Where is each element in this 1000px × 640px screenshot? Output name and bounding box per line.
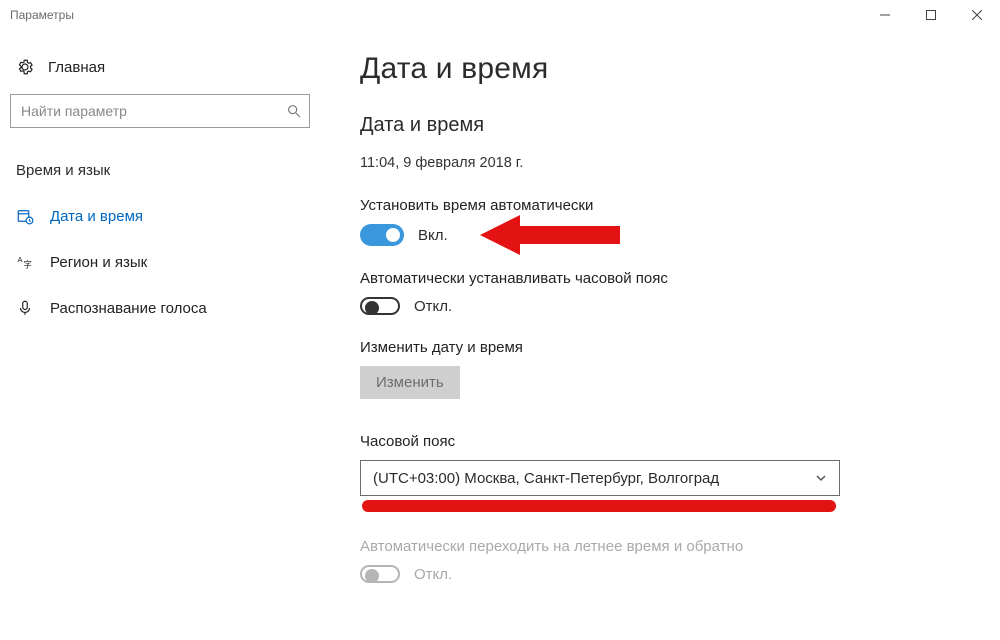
underline-annotation-icon <box>362 500 836 512</box>
toggle-row: Откл. <box>360 297 970 315</box>
search-box[interactable] <box>10 94 310 128</box>
setting-auto-timezone: Автоматически устанавливать часовой пояс… <box>360 270 970 315</box>
titlebar: Параметры <box>0 0 1000 30</box>
setting-timezone: Часовой пояс (UTC+03:00) Москва, Санкт-П… <box>360 433 970 512</box>
sidebar-item-region-language[interactable]: A 字 Регион и язык <box>10 239 310 285</box>
setting-auto-time: Установить время автоматически Вкл. <box>360 197 970 246</box>
search-icon <box>286 103 302 119</box>
setting-label: Изменить дату и время <box>360 339 970 356</box>
chevron-down-icon <box>815 472 827 484</box>
dst-toggle <box>360 565 400 583</box>
microphone-icon <box>16 299 34 317</box>
toggle-state-text: Откл. <box>414 298 452 315</box>
setting-dst: Автоматически переходить на летнее время… <box>360 538 970 583</box>
sidebar-item-label: Распознавание голоса <box>50 300 207 317</box>
current-datetime: 11:04, 9 февраля 2018 г. <box>360 155 970 171</box>
svg-text:A: A <box>18 255 23 264</box>
window-title: Параметры <box>10 8 862 22</box>
minimize-button[interactable] <box>862 0 908 30</box>
auto-timezone-toggle[interactable] <box>360 297 400 315</box>
language-icon: A 字 <box>16 253 34 271</box>
calendar-clock-icon <box>16 207 34 225</box>
toggle-row: Откл. <box>360 565 970 583</box>
section-title: Дата и время <box>360 114 970 137</box>
setting-label: Часовой пояс <box>360 433 970 450</box>
close-icon <box>972 10 982 20</box>
setting-label: Автоматически переходить на летнее время… <box>360 538 970 555</box>
sidebar-item-speech[interactable]: Распознавание голоса <box>10 285 310 331</box>
sidebar-item-label: Дата и время <box>50 208 143 225</box>
timezone-selected-value: (UTC+03:00) Москва, Санкт-Петербург, Вол… <box>373 470 719 487</box>
window-controls <box>862 0 1000 30</box>
settings-window: Параметры Главная <box>0 0 1000 640</box>
close-button[interactable] <box>954 0 1000 30</box>
auto-time-toggle[interactable] <box>360 224 404 246</box>
toggle-state-text: Вкл. <box>418 227 448 244</box>
sidebar-home-label: Главная <box>48 59 105 76</box>
setting-label: Автоматически устанавливать часовой пояс <box>360 270 970 287</box>
window-body: Главная Время и язык Дата и время <box>0 30 1000 640</box>
maximize-icon <box>926 10 936 20</box>
sidebar-group-title: Время и язык <box>10 162 310 193</box>
setting-label: Установить время автоматически <box>360 197 970 214</box>
sidebar-item-date-time[interactable]: Дата и время <box>10 193 310 239</box>
change-datetime-button: Изменить <box>360 366 460 399</box>
main-content: Дата и время Дата и время 11:04, 9 февра… <box>320 52 1000 640</box>
page-title: Дата и время <box>360 52 970 86</box>
search-input[interactable] <box>10 94 310 128</box>
minimize-icon <box>880 10 890 20</box>
sidebar-home[interactable]: Главная <box>10 52 310 94</box>
svg-text:字: 字 <box>24 259 32 269</box>
arrow-annotation-icon <box>480 210 620 260</box>
gear-icon <box>16 58 34 76</box>
setting-change-datetime: Изменить дату и время Изменить <box>360 339 970 399</box>
maximize-button[interactable] <box>908 0 954 30</box>
sidebar: Главная Время и язык Дата и время <box>0 52 320 640</box>
timezone-select[interactable]: (UTC+03:00) Москва, Санкт-Петербург, Вол… <box>360 460 840 496</box>
toggle-row: Вкл. <box>360 224 970 246</box>
toggle-state-text: Откл. <box>414 566 452 583</box>
sidebar-item-label: Регион и язык <box>50 254 147 271</box>
